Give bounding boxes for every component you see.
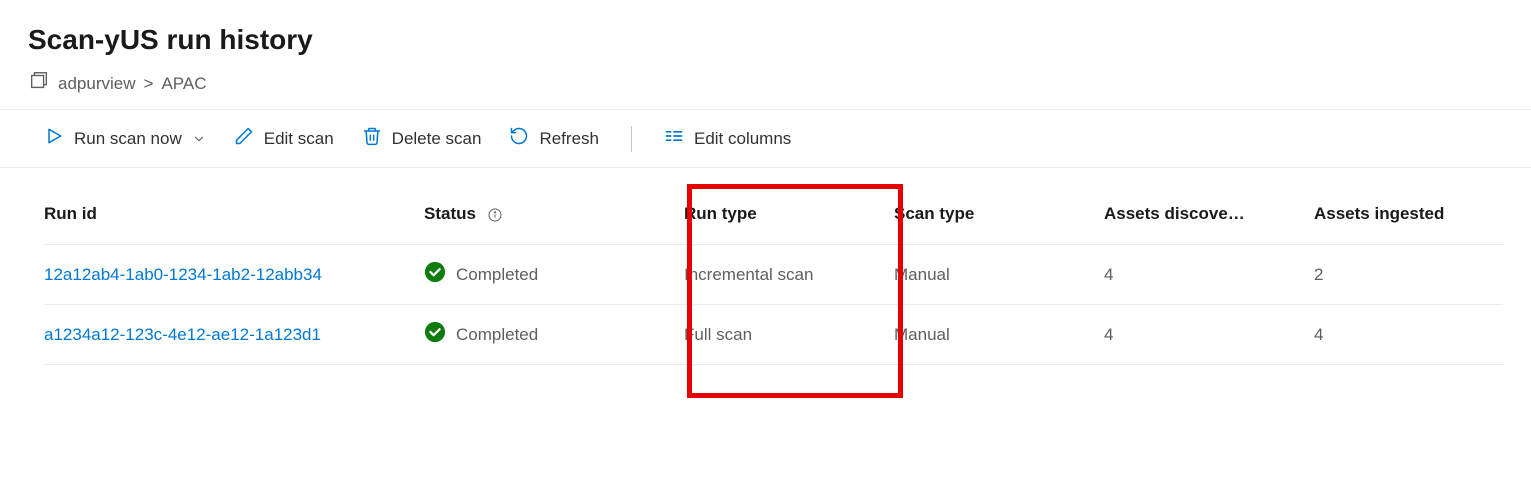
refresh-label: Refresh (539, 129, 599, 149)
edit-scan-label: Edit scan (264, 129, 334, 149)
col-header-ingested[interactable]: Assets ingested (1314, 184, 1503, 245)
toolbar-separator (631, 126, 632, 152)
col-header-run-type[interactable]: Run type (684, 184, 894, 245)
ingested-cell: 2 (1314, 245, 1503, 305)
edit-columns-button[interactable]: Edit columns (664, 122, 791, 155)
col-header-run-id[interactable]: Run id (44, 184, 424, 245)
run-scan-label: Run scan now (74, 129, 182, 149)
info-icon[interactable] (487, 207, 503, 223)
play-icon (44, 126, 64, 151)
edit-columns-label: Edit columns (694, 129, 791, 149)
discovered-cell: 4 (1104, 245, 1314, 305)
edit-scan-button[interactable]: Edit scan (234, 122, 334, 155)
check-circle-icon (424, 321, 446, 348)
toolbar: Run scan now Edit scan Delete scan (0, 109, 1531, 168)
col-header-scan-type[interactable]: Scan type (894, 184, 1104, 245)
refresh-icon (509, 126, 529, 151)
run-id-link[interactable]: 12a12ab4-1ab0-1234-1ab2-12abb34 (44, 265, 322, 284)
table-section: Run id Status Run type Scan type Assets … (0, 168, 1531, 381)
col-header-discovered[interactable]: Assets discove… (1104, 184, 1314, 245)
refresh-button[interactable]: Refresh (509, 122, 599, 155)
table-row: 12a12ab4-1ab0-1234-1ab2-12abb34 Completed… (44, 245, 1503, 305)
table-row: a1234a12-123c-4e12-ae12-1a123d1 Completed… (44, 305, 1503, 365)
breadcrumb: adpurview > APAC (28, 70, 1503, 97)
ingested-cell: 4 (1314, 305, 1503, 365)
delete-scan-label: Delete scan (392, 129, 482, 149)
col-header-status[interactable]: Status (424, 184, 684, 245)
scan-type-cell: Manual (894, 245, 1104, 305)
run-history-table: Run id Status Run type Scan type Assets … (44, 184, 1503, 365)
status-cell: Completed (424, 261, 672, 288)
chevron-down-icon (192, 132, 206, 146)
breadcrumb-leaf[interactable]: APAC (161, 74, 206, 94)
copy-icon (28, 70, 50, 97)
discovered-cell: 4 (1104, 305, 1314, 365)
status-text: Completed (456, 265, 538, 285)
delete-scan-button[interactable]: Delete scan (362, 122, 482, 155)
breadcrumb-root[interactable]: adpurview (58, 74, 136, 94)
pencil-icon (234, 126, 254, 151)
status-cell: Completed (424, 321, 672, 348)
table-header-row: Run id Status Run type Scan type Assets … (44, 184, 1503, 245)
status-text: Completed (456, 325, 538, 345)
columns-icon (664, 126, 684, 151)
scan-type-cell: Manual (894, 305, 1104, 365)
breadcrumb-sep: > (144, 74, 154, 94)
trash-icon (362, 126, 382, 151)
run-type-cell: Incremental scan (684, 245, 894, 305)
check-circle-icon (424, 261, 446, 288)
page-header: Scan-yUS run history adpurview > APAC (0, 0, 1531, 109)
run-type-cell: Full scan (684, 305, 894, 365)
run-scan-button[interactable]: Run scan now (44, 122, 206, 155)
run-id-link[interactable]: a1234a12-123c-4e12-ae12-1a123d1 (44, 325, 321, 344)
page-title: Scan-yUS run history (28, 24, 1503, 56)
